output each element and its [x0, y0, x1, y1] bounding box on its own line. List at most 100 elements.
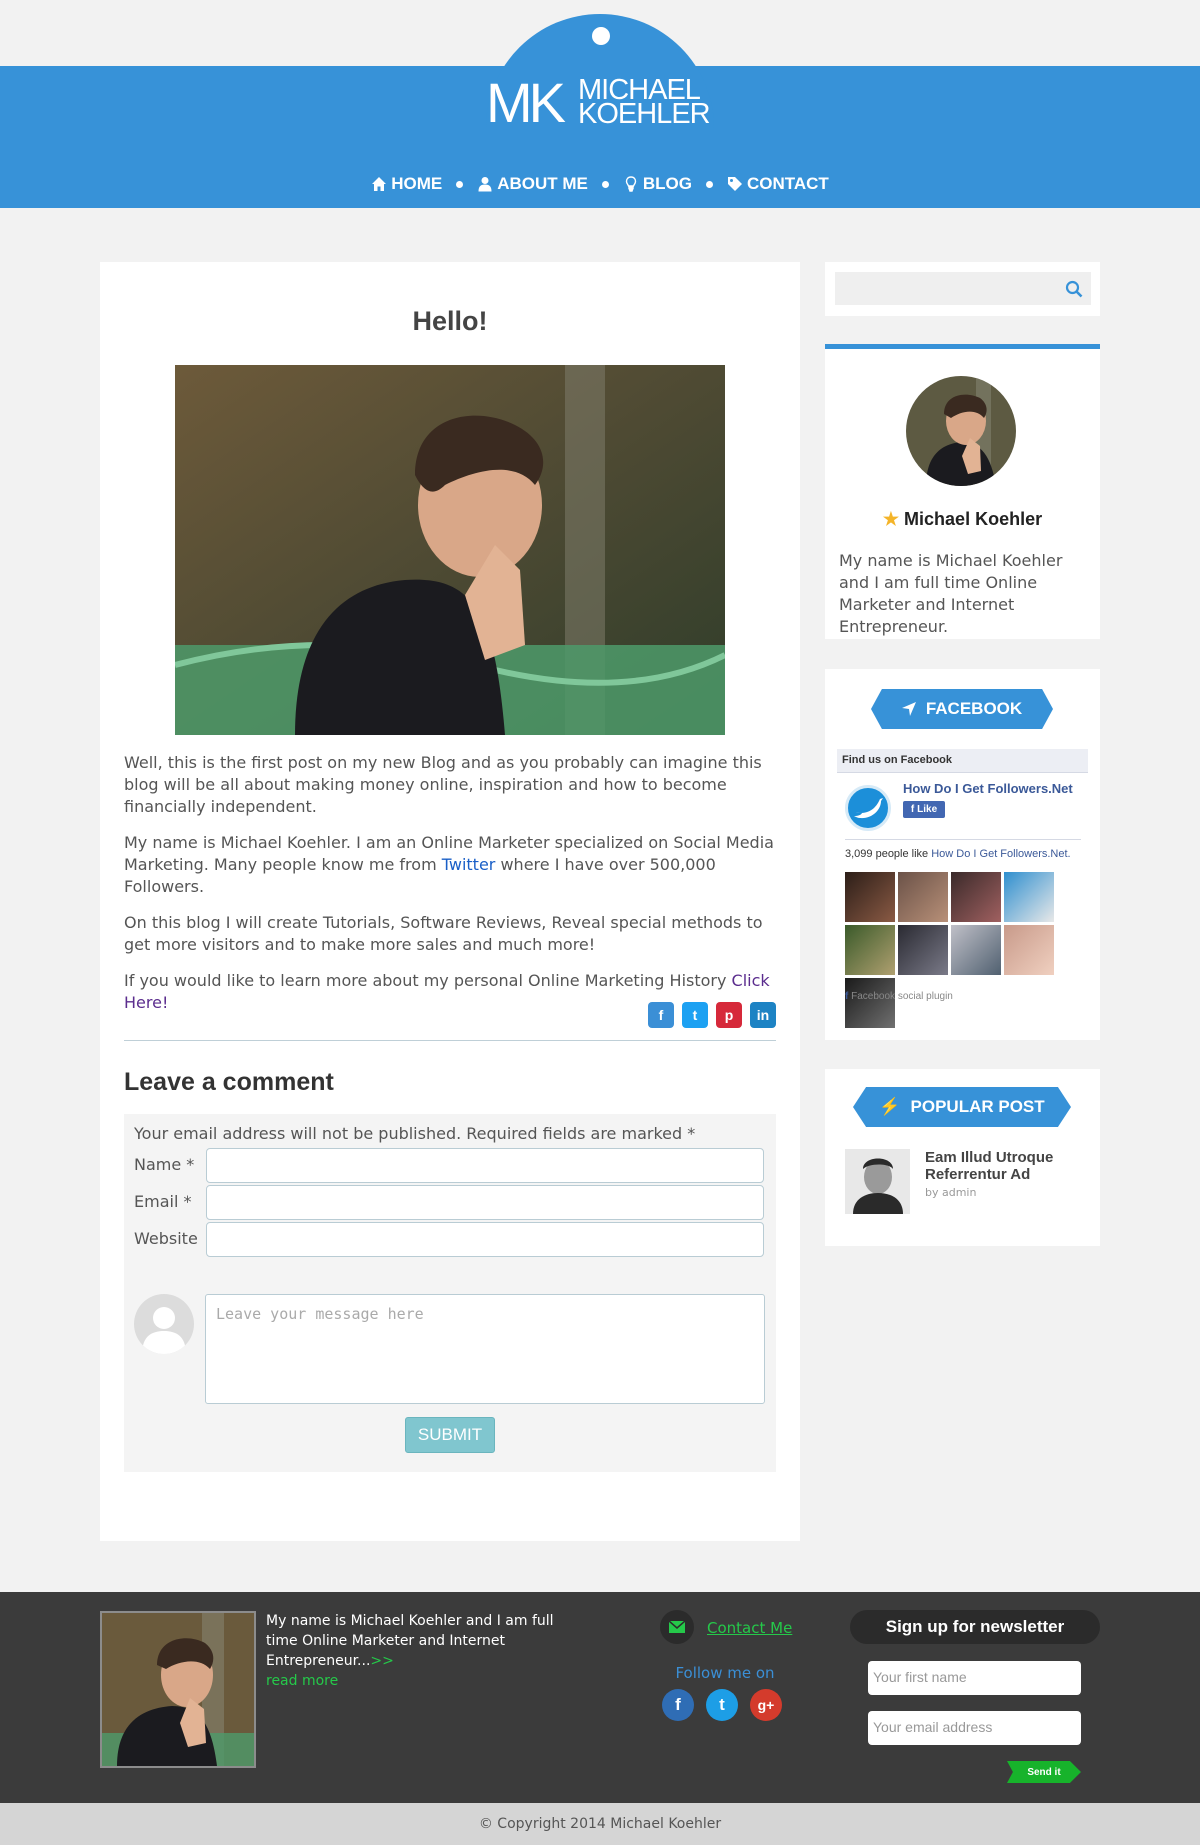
- envelope-icon[interactable]: [660, 1610, 694, 1644]
- search-icon[interactable]: [1065, 280, 1083, 298]
- footer-photo: [100, 1611, 256, 1768]
- read-more-arrows[interactable]: >>: [370, 1653, 393, 1669]
- facebook-widget: FACEBOOK Find us on Facebook How Do I Ge…: [825, 669, 1100, 1040]
- popular-post-thumbnail[interactable]: [845, 1149, 910, 1214]
- twitter-link[interactable]: Twitter: [442, 855, 496, 874]
- footer-bio: My name is Michael Koehler and I am full…: [266, 1611, 586, 1691]
- nav-separator: [456, 180, 464, 188]
- fan-avatar[interactable]: [845, 872, 895, 922]
- facebook-icon: f: [845, 991, 849, 1002]
- twitter-icon[interactable]: t: [682, 1002, 708, 1028]
- nav-separator: [601, 180, 609, 188]
- submit-button[interactable]: SUBMIT: [405, 1417, 495, 1453]
- name-label: Name *: [134, 1155, 195, 1174]
- search-widget: [825, 262, 1100, 316]
- twitter-icon[interactable]: t: [706, 1689, 738, 1721]
- search-input[interactable]: [835, 272, 1091, 305]
- fan-avatar[interactable]: [898, 925, 948, 975]
- pinterest-icon[interactable]: p: [716, 1002, 742, 1028]
- fan-avatar[interactable]: [898, 872, 948, 922]
- post-paragraph: My name is Michael Koehler. I am an Onli…: [124, 833, 774, 896]
- post-divider: [124, 1040, 776, 1041]
- tag-icon: [727, 177, 742, 191]
- fan-avatar[interactable]: [845, 925, 895, 975]
- nav-home-label: HOME: [391, 174, 443, 193]
- email-input[interactable]: Your email address: [868, 1711, 1081, 1745]
- popular-post-author: by admin: [925, 1186, 977, 1199]
- email-label: Email *: [134, 1192, 192, 1211]
- comment-note: Your email address will not be published…: [134, 1124, 696, 1143]
- facebook-icon: f: [910, 804, 915, 815]
- lightning-icon: ⚡: [879, 1097, 901, 1116]
- facebook-like-button[interactable]: f Like: [903, 801, 945, 818]
- facebook-separator: [845, 839, 1081, 840]
- site-logo[interactable]: MK MICHAEL KOEHLER: [486, 71, 714, 134]
- fan-avatar[interactable]: [951, 925, 1001, 975]
- name-field[interactable]: [206, 1148, 764, 1183]
- commenter-avatar: [134, 1294, 194, 1354]
- post-paragraph: On this blog I will create Tutorials, So…: [124, 913, 763, 954]
- send-button[interactable]: Send it: [1007, 1761, 1081, 1783]
- facebook-like-count: 3,099 people like How Do I Get Followers…: [845, 848, 1071, 860]
- post-title: Hello!: [412, 306, 488, 336]
- read-more-link[interactable]: read more: [266, 1671, 586, 1691]
- fan-avatar[interactable]: [1004, 925, 1054, 975]
- nav-contact-label: CONTACT: [746, 174, 829, 193]
- comment-section-title: Leave a comment: [124, 1068, 334, 1096]
- message-textarea[interactable]: Leave your message here: [205, 1294, 765, 1404]
- copyright: © Copyright 2014 Michael Koehler: [0, 1803, 1200, 1845]
- facebook-page-link[interactable]: How Do I Get Followers.Net: [903, 781, 1073, 796]
- fan-avatar[interactable]: [1004, 872, 1054, 922]
- post-paragraph: Well, this is the first post on my new B…: [124, 753, 762, 816]
- website-label: Website: [134, 1229, 198, 1248]
- nav-contact[interactable]: CONTACT: [727, 174, 829, 194]
- comment-form: Your email address will not be published…: [124, 1114, 776, 1472]
- share-buttons: f t p in: [648, 1002, 776, 1028]
- user-icon: [478, 177, 492, 192]
- linkedin-icon[interactable]: in: [750, 1002, 776, 1028]
- popular-post-ribbon: ⚡ POPULAR POST: [853, 1087, 1071, 1127]
- star-icon: ★: [882, 509, 900, 529]
- facebook-box-header: Find us on Facebook: [837, 749, 1088, 773]
- nav-separator: [705, 180, 713, 188]
- nav-about-label: ABOUT ME: [497, 174, 588, 193]
- fan-avatar[interactable]: [951, 872, 1001, 922]
- logo-wordmark: MICHAEL KOEHLER: [578, 74, 711, 130]
- site-footer: My name is Michael Koehler and I am full…: [0, 1592, 1200, 1803]
- fan-avatar[interactable]: [845, 978, 895, 1028]
- post-body: Well, this is the first post on my new B…: [124, 752, 776, 1028]
- logo-dome-hole: [592, 27, 610, 45]
- nav-about[interactable]: ABOUT ME: [477, 174, 588, 194]
- location-arrow-icon: [901, 702, 916, 716]
- profile-widget: ★ Michael Koehler My name is Michael Koe…: [825, 344, 1100, 639]
- email-field[interactable]: [206, 1185, 764, 1220]
- facebook-ribbon: FACEBOOK: [871, 689, 1053, 729]
- first-name-input[interactable]: Your first name: [868, 1661, 1081, 1695]
- lightbulb-icon: [625, 176, 637, 192]
- profile-description: My name is Michael Koehler and I am full…: [839, 551, 1063, 636]
- facebook-like-box: Find us on Facebook How Do I Get Followe…: [837, 749, 1088, 1028]
- nav-home[interactable]: HOME: [371, 174, 442, 194]
- logo-monogram: MK: [486, 71, 566, 134]
- contact-me-link[interactable]: Contact Me: [707, 1619, 792, 1637]
- facebook-plugin-footer: f Facebook social plugin: [845, 991, 953, 1002]
- facebook-page-avatar[interactable]: [845, 785, 891, 831]
- profile-name: ★ Michael Koehler: [882, 509, 1043, 529]
- home-icon: [372, 177, 387, 191]
- facebook-fan-faces: [845, 872, 1054, 1028]
- popular-post-widget: ⚡ POPULAR POST Eam Illud Utroque Referre…: [825, 1069, 1100, 1246]
- facebook-icon[interactable]: f: [648, 1002, 674, 1028]
- google-plus-icon[interactable]: g+: [750, 1689, 782, 1721]
- website-field[interactable]: [206, 1222, 764, 1257]
- post-article: Hello! Well, this is the first post on m…: [100, 262, 800, 1541]
- main-nav: HOME ABOUT ME BLOG CONTACT: [0, 174, 1200, 194]
- nav-blog[interactable]: BLOG: [623, 174, 692, 194]
- footer-social-links: f t g+: [662, 1689, 782, 1721]
- follow-me-heading: Follow me on: [675, 1664, 775, 1682]
- newsletter-title: Sign up for newsletter: [850, 1610, 1100, 1644]
- avatar: [906, 376, 1016, 486]
- facebook-icon[interactable]: f: [662, 1689, 694, 1721]
- nav-blog-label: BLOG: [642, 174, 692, 193]
- popular-post-title[interactable]: Eam Illud Utroque Referrentur Ad: [925, 1149, 1085, 1183]
- post-featured-image: [175, 365, 725, 735]
